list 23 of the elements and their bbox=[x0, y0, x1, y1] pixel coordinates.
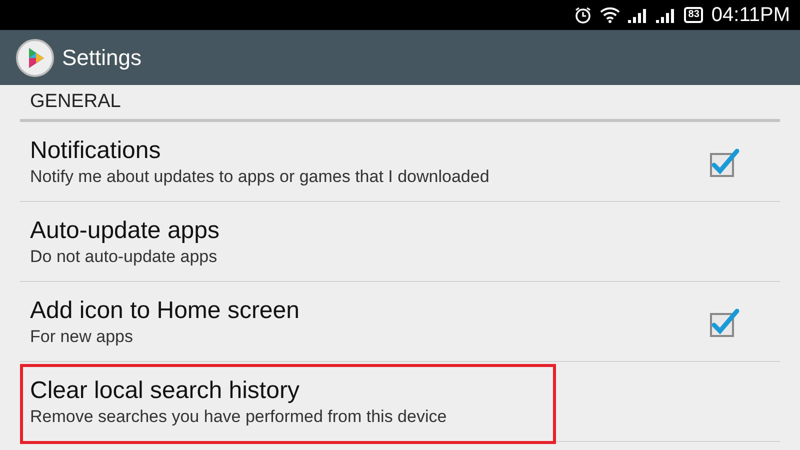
checkbox[interactable] bbox=[710, 306, 740, 336]
settings-row[interactable]: Add icon to Home screen For new apps bbox=[20, 282, 780, 362]
app-logo-icon bbox=[16, 38, 54, 76]
checkbox[interactable] bbox=[710, 146, 740, 176]
setting-title: Add icon to Home screen bbox=[30, 296, 300, 324]
setting-title: Clear local search history bbox=[30, 376, 300, 404]
wifi-icon bbox=[600, 7, 620, 23]
battery-level: 83 bbox=[684, 7, 704, 23]
signal-icon bbox=[656, 7, 676, 23]
settings-row[interactable]: Notifications Notify me about updates to apps or games that I downloaded bbox=[20, 122, 780, 202]
setting-title: Auto-update apps bbox=[30, 216, 220, 244]
signal-icon bbox=[628, 7, 648, 23]
settings-row[interactable]: Clear local search history Remove searches you have performed from this device bbox=[20, 362, 780, 442]
setting-summary: Remove searches you have performed from this device bbox=[30, 406, 447, 426]
screen-title: Settings bbox=[62, 44, 142, 70]
setting-title: Notifications bbox=[30, 136, 162, 164]
setting-summary: Do not auto-update apps bbox=[30, 246, 218, 266]
alarm-clock-icon bbox=[574, 6, 592, 24]
section-header: GENERAL bbox=[30, 91, 121, 113]
settings-row[interactable]: Auto-update apps Do not auto-update apps bbox=[20, 202, 780, 282]
clock-time: 04:11PM bbox=[711, 4, 790, 26]
setting-summary: For new apps bbox=[30, 326, 134, 346]
setting-summary: Notify me about updates to apps or games that I downloaded bbox=[30, 166, 490, 186]
